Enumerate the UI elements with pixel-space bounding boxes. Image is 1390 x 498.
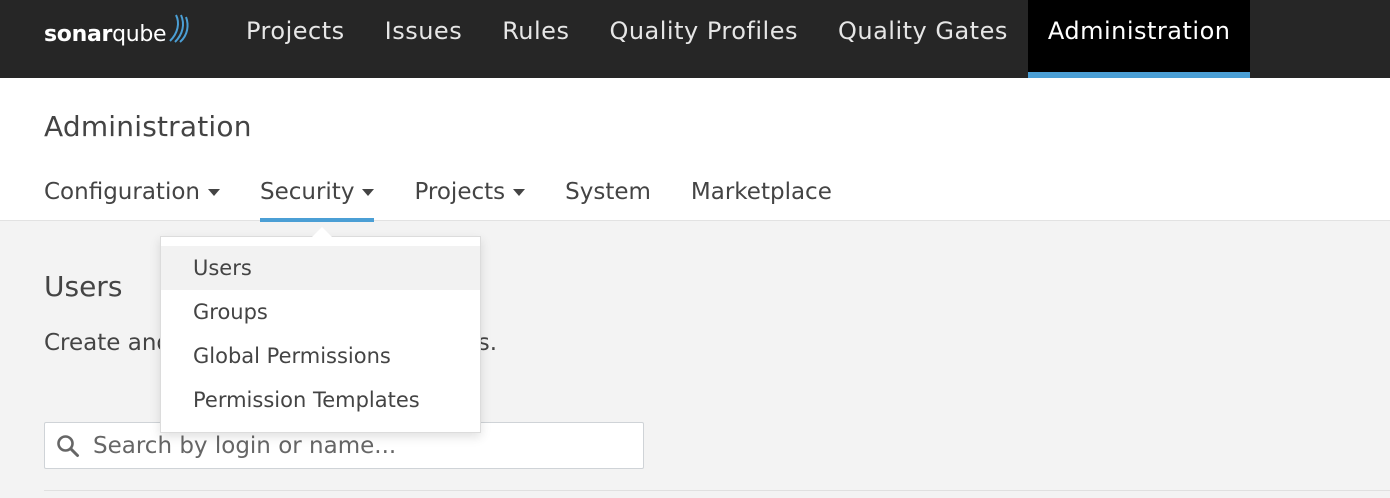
nav-administration[interactable]: Administration — [1027, 0, 1251, 78]
dropdown-pointer — [312, 227, 332, 237]
menu-item-permission-templates[interactable]: Permission Templates — [161, 378, 480, 422]
search-icon — [57, 435, 79, 457]
nav-issues[interactable]: Issues — [365, 0, 483, 78]
tab-system-label: System — [565, 179, 651, 205]
menu-item-users[interactable]: Users — [161, 246, 480, 290]
security-dropdown-menu: Users Groups Global Permissions Permissi… — [160, 227, 481, 433]
tab-configuration-label: Configuration — [44, 179, 200, 205]
tab-security[interactable]: Security — [259, 179, 375, 222]
tab-projects[interactable]: Projects — [414, 179, 526, 221]
page-header: Administration Configuration Security Pr… — [0, 78, 1390, 222]
sonarqube-logo[interactable]: sonarqube — [44, 14, 190, 54]
caret-down-icon — [362, 189, 375, 196]
admin-subnav: Configuration Security Projects System M… — [44, 179, 872, 222]
tab-projects-label: Projects — [414, 179, 506, 205]
menu-item-global-permissions[interactable]: Global Permissions — [161, 334, 480, 378]
tab-configuration[interactable]: Configuration — [44, 179, 220, 221]
tab-system[interactable]: System — [565, 179, 651, 221]
tab-security-label: Security — [259, 179, 355, 205]
logo-waves-icon — [169, 14, 189, 43]
logo-wordmark: sonarqube — [44, 21, 167, 47]
divider — [44, 490, 1390, 491]
nav-projects[interactable]: Projects — [226, 0, 365, 78]
top-navigation: sonarqube Projects Issues Rules Quality … — [0, 0, 1390, 78]
nav-quality-profiles[interactable]: Quality Profiles — [589, 0, 818, 78]
nav-quality-gates[interactable]: Quality Gates — [818, 0, 1028, 78]
users-section-title: Users — [44, 270, 123, 303]
tab-marketplace[interactable]: Marketplace — [691, 179, 832, 221]
page-title: Administration — [44, 110, 252, 143]
caret-down-icon — [513, 189, 526, 196]
caret-down-icon — [207, 189, 220, 196]
nav-rules[interactable]: Rules — [482, 0, 589, 78]
menu-item-groups[interactable]: Groups — [161, 290, 480, 334]
tab-marketplace-label: Marketplace — [690, 179, 832, 205]
search-input[interactable] — [93, 429, 633, 463]
